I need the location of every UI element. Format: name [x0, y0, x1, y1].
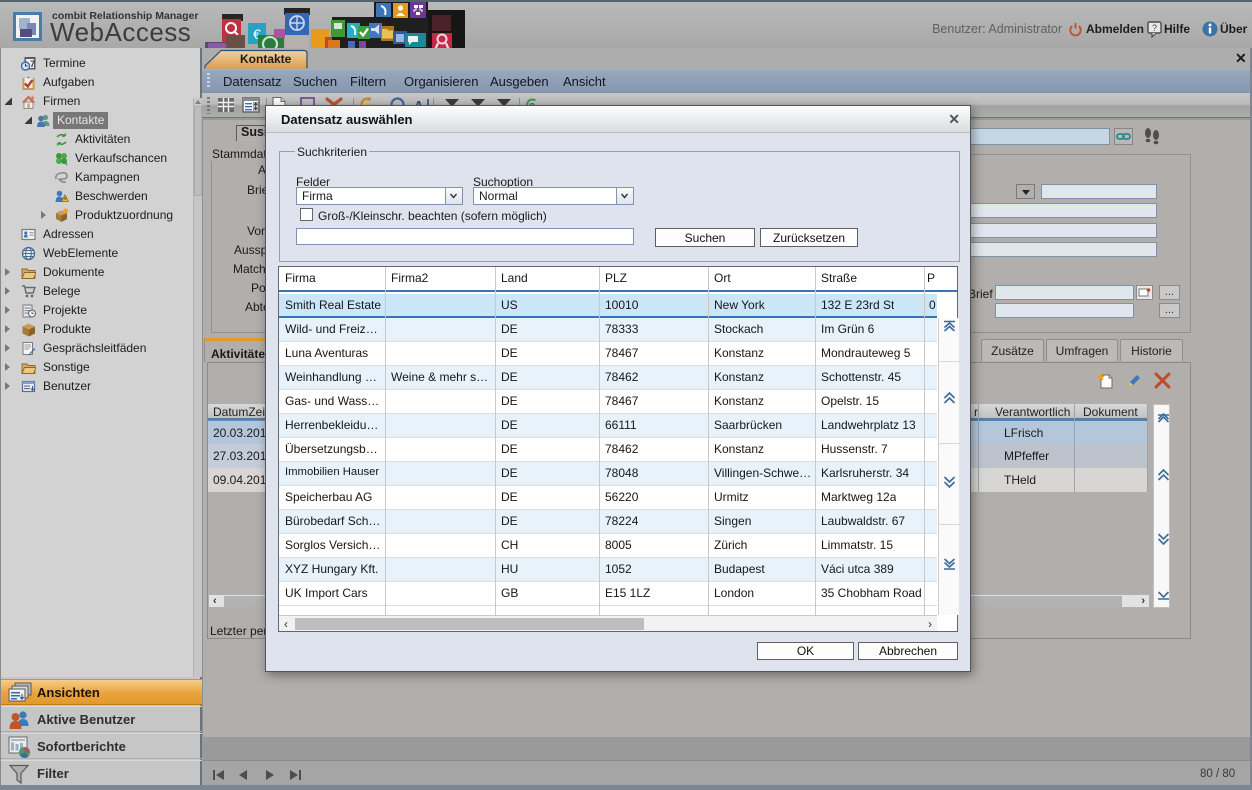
svg-text:?: ? — [1152, 23, 1157, 33]
svg-text:7: 7 — [30, 59, 35, 69]
